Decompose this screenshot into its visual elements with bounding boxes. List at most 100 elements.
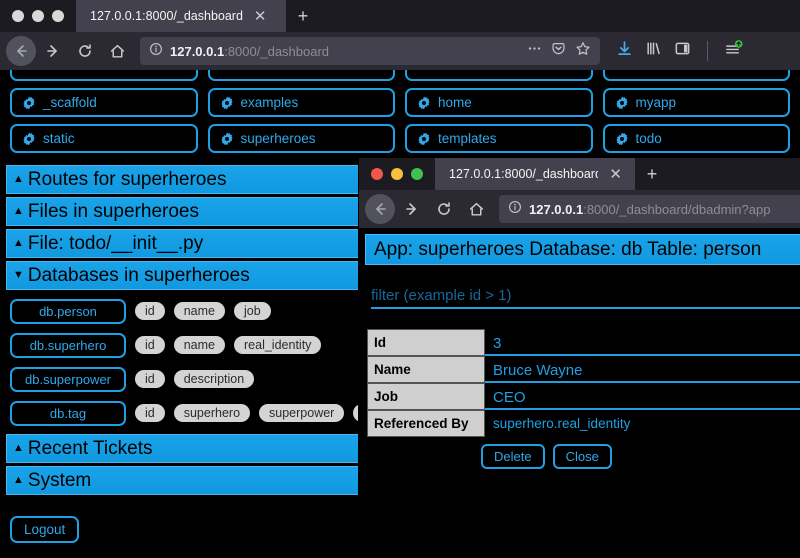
field-pill[interactable]: real_identity [234, 336, 322, 354]
field-pill[interactable]: id [135, 404, 165, 422]
gear-icon [417, 132, 431, 146]
gear-icon [615, 96, 629, 110]
record-field-row: Name Bruce Wayne [367, 356, 800, 383]
gear-icon-svg [615, 96, 628, 109]
app-button-label: superheroes [240, 131, 316, 146]
field-pill[interactable]: id [135, 336, 165, 354]
forward-button[interactable] [397, 194, 427, 224]
page-info-icon[interactable] [508, 200, 522, 219]
app-button-myapp[interactable]: myapp [602, 88, 790, 117]
filter-link[interactable]: filter (example id > 1) [371, 287, 800, 309]
address-bar-window2[interactable]: 127.0.0.1:8000/_dashboard/dbadmin?app [499, 195, 800, 223]
forward-button[interactable] [38, 36, 68, 66]
record-action-buttons: Delete Close [481, 444, 800, 469]
table-button-db-person[interactable]: db.person [10, 298, 126, 324]
back-button[interactable] [365, 194, 395, 224]
window-controls-window2[interactable] [359, 158, 435, 190]
home-button[interactable] [461, 194, 491, 224]
new-tab-button[interactable]: + [286, 0, 320, 32]
record-field-label: Name [367, 356, 485, 383]
app-button-partial[interactable] [10, 70, 198, 81]
url-text: 127.0.0.1:8000/_dashboard/dbadmin?app [529, 202, 770, 217]
record-detail-table: Id 3 Name Bruce Wayne Job CEO Referenced By sup… [367, 329, 800, 437]
record-field-row: Referenced By superhero.real_identity [367, 410, 800, 437]
bookmark-star-icon[interactable] [575, 41, 591, 62]
field-pill[interactable]: superpower [259, 404, 345, 422]
reload-button[interactable] [429, 194, 459, 224]
app-button-home[interactable]: home [405, 88, 593, 117]
app-button-label: static [43, 131, 75, 146]
page-info-icon[interactable] [149, 42, 163, 61]
sidebar-toggle-icon[interactable] [674, 40, 691, 62]
back-button[interactable] [6, 36, 36, 66]
reload-button[interactable] [70, 36, 100, 66]
field-pill[interactable]: name [173, 302, 226, 320]
tab-strip-empty-space [320, 0, 800, 32]
app-menu-icon[interactable] [724, 39, 743, 63]
field-pill[interactable]: id [135, 370, 165, 388]
app-button-superheroes[interactable]: superheroes [207, 124, 395, 153]
url-text: 127.0.0.1:8000/_dashboard [170, 44, 329, 59]
table-button-db-tag[interactable]: db.tag [10, 400, 126, 426]
library-icon[interactable] [645, 40, 662, 62]
app-button-examples[interactable]: examples [207, 88, 395, 117]
close-window-button[interactable] [12, 10, 24, 22]
tab-dashboard[interactable]: 127.0.0.1:8000/_dashboard ✕ [76, 0, 286, 32]
delete-button[interactable]: Delete [481, 444, 545, 469]
field-pill[interactable]: description [173, 370, 255, 388]
chevron-up-icon: ▲ [13, 237, 24, 249]
logout-button[interactable]: Logout [10, 516, 80, 543]
maximize-window-button[interactable] [52, 10, 64, 22]
app-button-partial[interactable] [207, 70, 395, 81]
close-button[interactable]: Close [552, 444, 612, 469]
page-actions-icon[interactable] [527, 41, 542, 61]
gear-icon-svg [23, 132, 35, 145]
url-path: :8000/_dashboard [224, 43, 330, 59]
record-field-row: Id 3 [367, 329, 800, 356]
app-button-scaffold[interactable]: _scaffold [10, 88, 198, 117]
record-field-row: Job CEO [367, 383, 800, 410]
pocket-icon[interactable] [551, 41, 566, 61]
app-grid: _scaffold examples home myapp static superher… [0, 88, 800, 153]
url-host: 127.0.0.1 [170, 43, 225, 59]
url-host: 127.0.0.1 [529, 201, 584, 217]
field-pill[interactable]: id [135, 302, 165, 320]
field-pill[interactable]: superhero [173, 404, 251, 422]
gear-icon-svg [23, 96, 35, 109]
tab-strip-window2: 127.0.0.1:8000/_dashboard/dbadmin ✕ + [359, 158, 800, 190]
app-button-partial[interactable] [405, 70, 593, 81]
tab-dbadmin[interactable]: 127.0.0.1:8000/_dashboard/dbadmin ✕ [435, 158, 635, 190]
minimize-window-button[interactable] [32, 10, 44, 22]
record-field-input[interactable]: Bruce Wayne [485, 356, 800, 383]
chevron-down-icon: ▼ [13, 269, 24, 281]
window-controls-window1[interactable] [0, 0, 76, 32]
chevron-up-icon: ▲ [13, 442, 24, 454]
address-bar-actions [527, 41, 591, 62]
app-button-partial[interactable] [602, 70, 790, 81]
maximize-window-button[interactable] [411, 168, 423, 180]
app-button-static[interactable]: static [10, 124, 198, 153]
field-pill[interactable]: job [234, 302, 271, 320]
gear-icon [22, 132, 36, 146]
close-tab-icon[interactable]: ✕ [249, 8, 272, 25]
minimize-window-button[interactable] [391, 168, 403, 180]
new-tab-button[interactable]: + [635, 158, 669, 190]
record-field-input[interactable]: CEO [485, 383, 800, 410]
tab-title: 127.0.0.1:8000/_dashboard [90, 9, 243, 23]
app-button-label: examples [240, 95, 299, 110]
app-button-templates[interactable]: templates [405, 124, 593, 153]
gear-icon [220, 132, 234, 146]
close-tab-icon[interactable]: ✕ [604, 166, 627, 183]
table-button-db-superhero[interactable]: db.superhero [10, 332, 126, 358]
home-button[interactable] [102, 36, 132, 66]
record-field-input[interactable]: 3 [485, 329, 800, 356]
close-window-button[interactable] [371, 168, 383, 180]
downloads-icon[interactable] [616, 40, 633, 62]
gear-icon [615, 132, 629, 146]
address-bar-window1[interactable]: 127.0.0.1:8000/_dashboard [140, 37, 600, 65]
desktop: 127.0.0.1:8000/_dashboard ✕ + 127.0.0.1:… [0, 0, 800, 558]
section-header-label: File: todo/__init__.py [27, 232, 204, 254]
table-button-db-superpower[interactable]: db.superpower [10, 366, 126, 392]
app-button-todo[interactable]: todo [602, 124, 790, 153]
field-pill[interactable]: name [173, 336, 226, 354]
